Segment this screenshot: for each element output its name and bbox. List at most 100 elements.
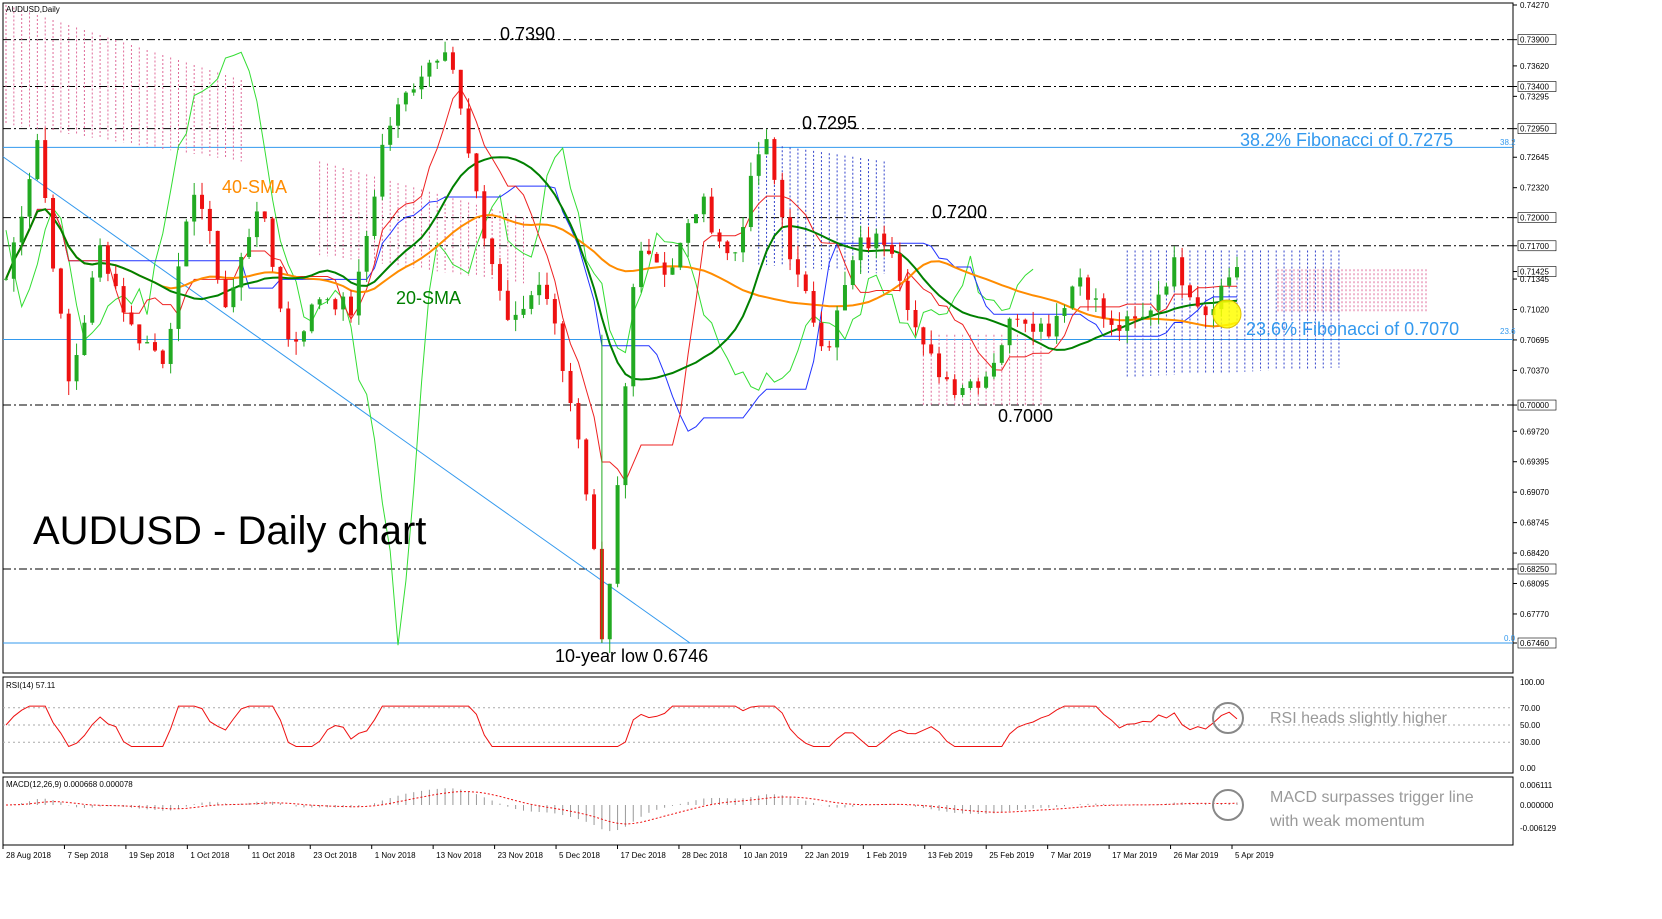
y-tick-label: 0.68250: [1520, 565, 1549, 574]
candle-body: [309, 304, 314, 332]
candle-body: [1007, 318, 1012, 346]
candle-body: [709, 196, 714, 233]
candle-body: [388, 125, 393, 145]
candle-body: [294, 339, 299, 342]
peak-label-7200: 0.7200: [932, 202, 987, 222]
candle-body: [74, 355, 79, 382]
low-label-6746: 10-year low 0.6746: [555, 646, 708, 666]
y-tick-label: 0.72000: [1520, 214, 1549, 223]
y-tick-label: 0.72950: [1520, 125, 1549, 134]
candle-body: [631, 287, 636, 387]
candle-body: [333, 299, 338, 310]
candle-body: [411, 89, 416, 93]
candle-body: [403, 92, 408, 105]
candle-body: [646, 250, 651, 254]
candle-body: [427, 62, 432, 77]
chart-title-overlay: AUDUSD - Daily chart: [33, 509, 426, 553]
fib-236-label: 23.6% Fibonacci of 0.7070: [1246, 319, 1459, 339]
macd-tick-label: 0.006111: [1520, 781, 1553, 790]
rsi-tick-label: 50.00: [1520, 721, 1541, 730]
y-tick-label: 0.71020: [1520, 305, 1549, 314]
candle-body: [231, 287, 236, 308]
candle-body: [772, 139, 777, 180]
candle-body: [623, 386, 628, 486]
candle-body: [1117, 324, 1122, 331]
macd-tick-label: 0.000000: [1520, 801, 1554, 810]
candle-body: [952, 379, 957, 395]
candle-body: [827, 346, 832, 348]
fib-382-label: 38.2% Fibonacci of 0.7275: [1240, 130, 1453, 150]
x-tick-label: 25 Feb 2019: [989, 851, 1034, 860]
x-tick-label: 11 Oct 2018: [252, 851, 296, 860]
peak-label-7390: 0.7390: [500, 24, 555, 44]
rsi-annotation: RSI heads slightly higher: [1270, 710, 1448, 727]
candle-body: [270, 218, 275, 267]
candle-body: [160, 350, 165, 364]
y-tick-label: 0.72645: [1520, 153, 1549, 162]
candle-body: [678, 242, 683, 268]
y-tick-label: 0.67460: [1520, 639, 1549, 648]
candle-body: [223, 279, 228, 308]
candle-body: [98, 245, 103, 278]
candle-body: [152, 342, 157, 351]
audusd-chart: 0.74270 0.73900 0.73620 0.734000.73295 0.729…: [2, 1, 1557, 860]
y-tick-label: 0.72320: [1520, 184, 1549, 193]
candle-body: [1140, 316, 1145, 319]
x-tick-label: 26 Mar 2019: [1174, 851, 1219, 860]
x-tick-label: 22 Jan 2019: [805, 851, 850, 860]
macd-annotation-line2: with weak momentum: [1269, 813, 1425, 830]
x-tick-label: 23 Oct 2018: [313, 851, 357, 860]
candle-body: [890, 244, 895, 254]
candle-body: [999, 345, 1004, 363]
kijun-line: [5, 185, 1237, 432]
rsi-tick-label: 70.00: [1520, 704, 1541, 713]
candle-body: [176, 266, 181, 329]
y-tick-label: 0.70000: [1520, 401, 1549, 410]
candle-body: [686, 223, 691, 243]
sma20-label: 20-SMA: [396, 288, 461, 308]
candle-body: [301, 331, 306, 342]
candle-body: [968, 381, 973, 388]
fib-0-tag: 0.0: [1504, 634, 1516, 643]
candle-body: [552, 298, 557, 324]
y-tick-label: 0.69070: [1520, 488, 1549, 497]
candle-body: [27, 179, 32, 217]
candle-body: [380, 144, 385, 197]
candle-body: [741, 227, 746, 253]
candle-body: [364, 235, 369, 272]
trendline: [2, 156, 691, 644]
candle-body: [607, 583, 612, 640]
candle-body: [811, 291, 816, 323]
fib-236-tag: 23.6: [1500, 327, 1516, 336]
cloud-blue-1: [758, 142, 885, 274]
candle-body: [733, 252, 738, 254]
candle-body: [129, 312, 134, 325]
candle-body: [1093, 298, 1098, 300]
candle-body: [560, 323, 565, 371]
candle-body: [11, 242, 16, 279]
macd-header: MACD(12,26,9) 0.000668 0.000078: [6, 780, 133, 789]
candle-body: [842, 285, 847, 311]
y-axis: 0.74270 0.73900 0.73620 0.734000.73295 0.729…: [1513, 1, 1557, 649]
x-tick-label: 13 Feb 2019: [928, 851, 973, 860]
candle-body: [913, 310, 918, 328]
x-tick-label: 19 Sep 2018: [129, 851, 175, 860]
candle-body: [1015, 318, 1020, 320]
candle-body: [1148, 310, 1153, 317]
candle-body: [584, 439, 589, 495]
candle-body: [874, 233, 879, 249]
candle-body: [1062, 308, 1067, 316]
candle-body: [1172, 257, 1177, 287]
candles: [4, 41, 1239, 654]
x-tick-label: 23 Nov 2018: [498, 851, 544, 860]
candle-body: [1031, 323, 1036, 332]
y-tick-label: 0.70695: [1520, 336, 1549, 345]
candle-body: [443, 52, 448, 61]
candle-body: [1038, 323, 1043, 332]
candle-body: [717, 232, 722, 242]
y-tick-label: 0.68745: [1520, 519, 1549, 528]
x-tick-label: 1 Nov 2018: [375, 851, 416, 860]
candle-body: [1203, 306, 1208, 316]
rsi-line: [5, 705, 1238, 748]
candle-body: [976, 381, 981, 388]
